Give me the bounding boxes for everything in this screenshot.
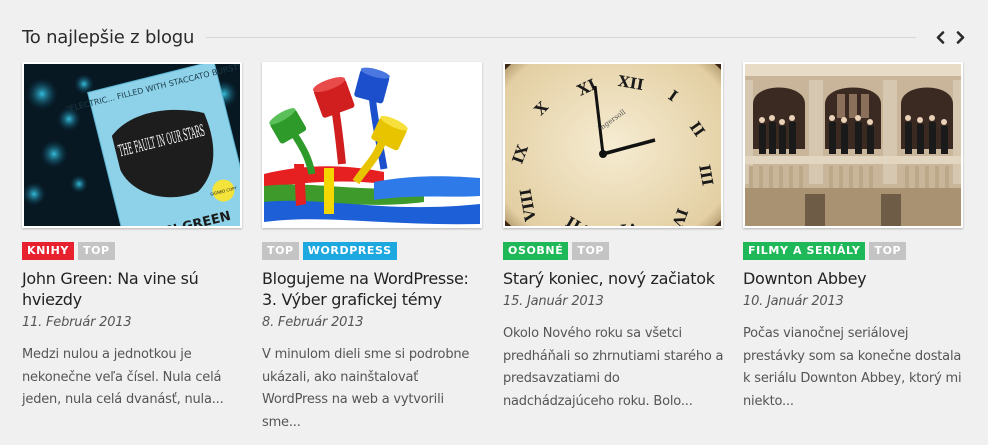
post-tags: OSOBNÉ TOP [503, 242, 723, 260]
svg-text:III: III [695, 163, 716, 187]
post-title-link[interactable]: Downton Abbey [743, 268, 963, 289]
next-arrow-icon[interactable] [954, 27, 966, 47]
post-thumbnail[interactable] [743, 62, 963, 228]
header-divider [206, 36, 916, 38]
paint-cans-illustration-icon [264, 64, 480, 226]
post-thumbnail[interactable] [262, 62, 482, 228]
post-thumbnail[interactable]: XI XII I II III IV X IX VIII VII VI Inge… [503, 62, 723, 228]
clock-photo-icon: XI XII I II III IV X IX VIII VII VI Inge… [505, 64, 721, 226]
tag-badge[interactable]: FILMY A SERIÁLY [743, 242, 866, 260]
post-tags: TOP WORDPRESS [262, 242, 482, 260]
tag-badge[interactable]: KNIHY [22, 242, 74, 260]
post-title-link[interactable]: John Green: Na vine sú hviezdy [22, 268, 242, 310]
post-title-link[interactable]: Blogujeme na WordPresse: 3. Výber grafic… [262, 268, 482, 310]
post-excerpt: Okolo Nového roku sa všetci predháňali s… [503, 326, 724, 409]
prev-arrow-icon[interactable] [934, 27, 946, 47]
tag-badge[interactable]: WORDPRESS [302, 242, 397, 260]
section-title: To najlepšie z blogu [22, 26, 195, 48]
post-thumbnail[interactable]: "ELECTRIC... FILLED WITH STACCATO BURSTS… [22, 62, 242, 228]
tag-badge[interactable]: TOP [869, 242, 907, 260]
post-date: 11. Február 2013 [22, 315, 132, 330]
post-card: XI XII I II III IV X IX VIII VII VI Inge… [503, 62, 724, 413]
tag-badge[interactable]: OSOBNÉ [503, 242, 569, 260]
post-excerpt: Počas vianočnej seriálovej prestávky som… [743, 326, 962, 409]
post-excerpt: V minulom dieli sme si podrobne ukázali,… [262, 347, 470, 430]
post-card: "ELECTRIC... FILLED WITH STACCATO BURSTS… [22, 62, 242, 412]
post-date: 10. Január 2013 [743, 294, 844, 309]
section-header: To najlepšie z blogu [22, 24, 966, 50]
tag-badge[interactable]: TOP [78, 242, 115, 260]
post-date: 15. Január 2013 [503, 294, 604, 309]
post-card: TOP WORDPRESS Blogujeme na WordPresse: 3… [262, 62, 482, 434]
post-title-link[interactable]: Starý koniec, nový začiatok [503, 268, 723, 289]
post-excerpt: Medzi nulou a jednotkou je nekonečne veľ… [22, 347, 224, 407]
post-tags: KNIHY TOP [22, 242, 242, 260]
tag-badge[interactable]: TOP [262, 242, 299, 260]
tag-badge[interactable]: TOP [572, 242, 610, 260]
downton-abbey-cast-photo-icon [745, 64, 961, 226]
post-card: FILMY A SERIÁLY TOP Downton Abbey 10. Ja… [743, 62, 963, 413]
post-date: 8. Február 2013 [262, 315, 364, 330]
post-tags: FILMY A SERIÁLY TOP [743, 242, 963, 260]
posts-carousel: "ELECTRIC... FILLED WITH STACCATO BURSTS… [22, 62, 966, 442]
book-cover-photo-icon: "ELECTRIC... FILLED WITH STACCATO BURSTS… [24, 64, 240, 226]
